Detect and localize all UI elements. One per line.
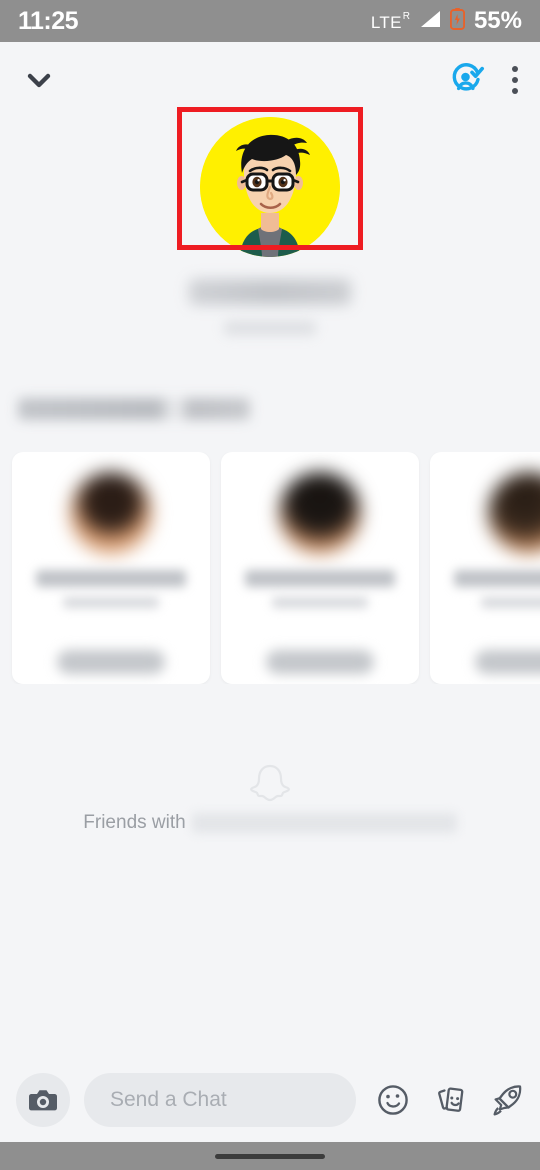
- avatar: [70, 472, 152, 554]
- rocket-icon[interactable]: [490, 1083, 524, 1117]
- add-friend-button[interactable]: [475, 650, 540, 674]
- snapchat-profile-screen: 11:25 LTE R 55% Friends with Send a Chat: [0, 0, 540, 1170]
- profile-section: [0, 117, 540, 335]
- suggested-friend-name: [36, 570, 186, 587]
- person-added-check-icon[interactable]: [446, 60, 486, 100]
- snapchat-ghost-icon: [0, 762, 540, 804]
- list-item[interactable]: [221, 452, 419, 684]
- add-friend-button[interactable]: [57, 650, 165, 674]
- camera-icon[interactable]: [16, 1073, 70, 1127]
- suggested-friend-subtitle: [481, 597, 540, 608]
- signal-bars-icon: [419, 10, 441, 33]
- profile-username: [224, 321, 316, 335]
- roaming-label: R: [402, 11, 410, 22]
- more-vertical-icon[interactable]: [512, 65, 518, 94]
- suggested-friend-subtitle: [272, 597, 368, 608]
- friends-with-row: Friends with: [0, 812, 540, 834]
- friends-with-names: [191, 813, 457, 833]
- suggested-friend-name: [245, 570, 395, 587]
- battery-percent: 55%: [473, 7, 522, 34]
- avatar: [488, 472, 540, 554]
- network-label: LTE: [370, 13, 402, 32]
- suggested-section-title: [18, 398, 250, 420]
- status-indicators: LTE R 55%: [370, 7, 522, 35]
- home-indicator-pill[interactable]: [215, 1153, 325, 1159]
- suggested-friend-subtitle: [63, 597, 159, 608]
- profile-header: [0, 42, 540, 117]
- network-type: LTE R: [370, 11, 410, 32]
- battery-low-icon: [449, 7, 466, 35]
- friends-with-label: Friends with: [83, 812, 186, 833]
- status-bar: 11:25 LTE R 55%: [0, 0, 540, 42]
- list-item[interactable]: [12, 452, 210, 684]
- add-friend-button[interactable]: [266, 650, 374, 674]
- search-input[interactable]: [84, 1073, 356, 1127]
- suggested-friends-carousel[interactable]: [0, 452, 540, 684]
- smiley-face-icon[interactable]: [376, 1083, 410, 1117]
- status-time: 11:25: [18, 6, 79, 35]
- chat-bar: [0, 1058, 540, 1142]
- avatar: [279, 472, 361, 554]
- snap-cards-icon[interactable]: [433, 1083, 467, 1117]
- profile-display-name: [189, 279, 351, 305]
- suggested-friend-name: [454, 570, 540, 587]
- bitmoji-avatar[interactable]: [200, 117, 340, 257]
- android-nav-bar: [0, 1142, 540, 1170]
- chevron-down-icon[interactable]: [22, 63, 56, 97]
- chat-actions: [376, 1083, 524, 1117]
- list-item[interactable]: [430, 452, 540, 684]
